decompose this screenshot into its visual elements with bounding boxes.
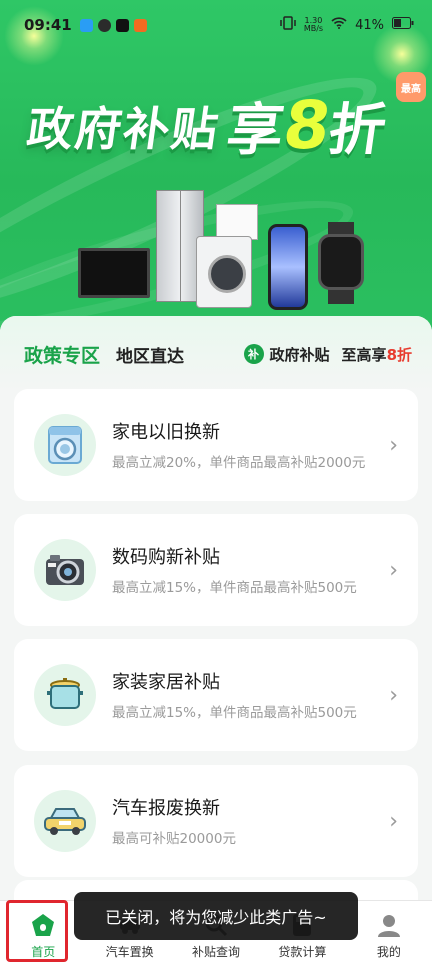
card-desc: 最高立减15%，单件商品最高补贴500元 [112, 579, 357, 596]
watch-strap [328, 288, 354, 304]
chevron-right-icon: › [389, 808, 398, 834]
nav-label: 贷款计算 [278, 945, 327, 959]
washing-machine-image [196, 236, 252, 308]
headline-text: 折 [324, 98, 390, 163]
max-badge: 最高 [396, 72, 426, 102]
car-icon [34, 790, 96, 852]
nav-label: 补贴查询 [192, 945, 241, 959]
banner-headline: 政府补贴 享 8 折 [22, 85, 391, 166]
network-speed: 1.30 MB/s [303, 16, 324, 33]
tv-image [78, 248, 150, 298]
card-desc: 最高立减15%，单件商品最高补贴500元 [112, 704, 357, 721]
air-conditioner-image [216, 204, 258, 240]
gov-subsidy-label: 政府补贴 [269, 345, 330, 364]
tab-policy-zone[interactable]: 政策专区 [24, 341, 100, 368]
nav-label: 汽车置换 [105, 945, 154, 959]
status-indicators: 1.30 MB/s 41% [280, 16, 414, 34]
status-time: 09:41 [24, 16, 72, 34]
chevron-right-icon: › [389, 432, 398, 458]
headline-text: 政府补贴 [23, 101, 224, 156]
card-desc: 最高立减20%，单件商品最高补贴2000元 [112, 454, 366, 471]
card-desc: 最高可补贴20000元 [112, 830, 236, 847]
subsidy-icon: 补 [243, 344, 264, 364]
card-title: 家电以旧换新 [112, 421, 220, 443]
chevron-right-icon: › [389, 557, 398, 583]
subsidy-card-home[interactable]: 家装家居补贴 最高立减15%，单件商品最高补贴500元 › [14, 639, 418, 751]
wechat-icon [97, 18, 111, 32]
camera-icon [34, 539, 96, 601]
wifi-icon [331, 17, 347, 33]
tab-bar: 政策专区 地区直达 补 政府补贴 至高享 8折 [0, 316, 432, 392]
cooking-pot-icon [34, 664, 96, 726]
battery-icon [392, 17, 414, 33]
phone-image [268, 224, 308, 310]
washing-machine-icon [34, 414, 96, 476]
gov-subsidy-prefix: 至高享 [341, 345, 387, 364]
tab-region[interactable]: 地区直达 [116, 342, 184, 367]
user-icon [375, 911, 403, 939]
tiktok-icon [115, 18, 129, 32]
notification-app-icon [79, 18, 93, 32]
card-title: 汽车报废换新 [112, 797, 220, 819]
subsidy-card-digital[interactable]: 数码购新补贴 最高立减15%，单件商品最高补贴500元 › [14, 514, 418, 626]
toast-message: 已关闭，将为您减少此类广告~ [74, 892, 358, 940]
nav-profile[interactable]: 我的 [346, 901, 432, 964]
card-title: 家装家居补贴 [112, 671, 220, 693]
vibrate-icon [280, 16, 296, 34]
gov-subsidy-tag[interactable]: 补 政府补贴 至高享 8折 [243, 344, 412, 365]
subsidy-card-appliance[interactable]: 家电以旧换新 最高立减20%，单件商品最高补贴2000元 › [14, 389, 418, 501]
card-title: 数码购新补贴 [112, 546, 220, 568]
chevron-right-icon: › [389, 682, 398, 708]
status-bar: 09:41 1.30 MB/s 41% [0, 0, 432, 50]
status-app-icons [79, 18, 147, 32]
nav-label: 我的 [376, 945, 401, 959]
nav-label: 首页 [31, 945, 56, 959]
gov-subsidy-discount: 8折 [386, 345, 412, 364]
notification-app-icon [133, 18, 147, 32]
subsidy-card-car[interactable]: 汽车报废换新 最高可补贴20000元 › [14, 765, 418, 877]
home-icon [29, 911, 57, 939]
watch-image [318, 234, 364, 290]
battery-level: 41% [355, 17, 384, 33]
